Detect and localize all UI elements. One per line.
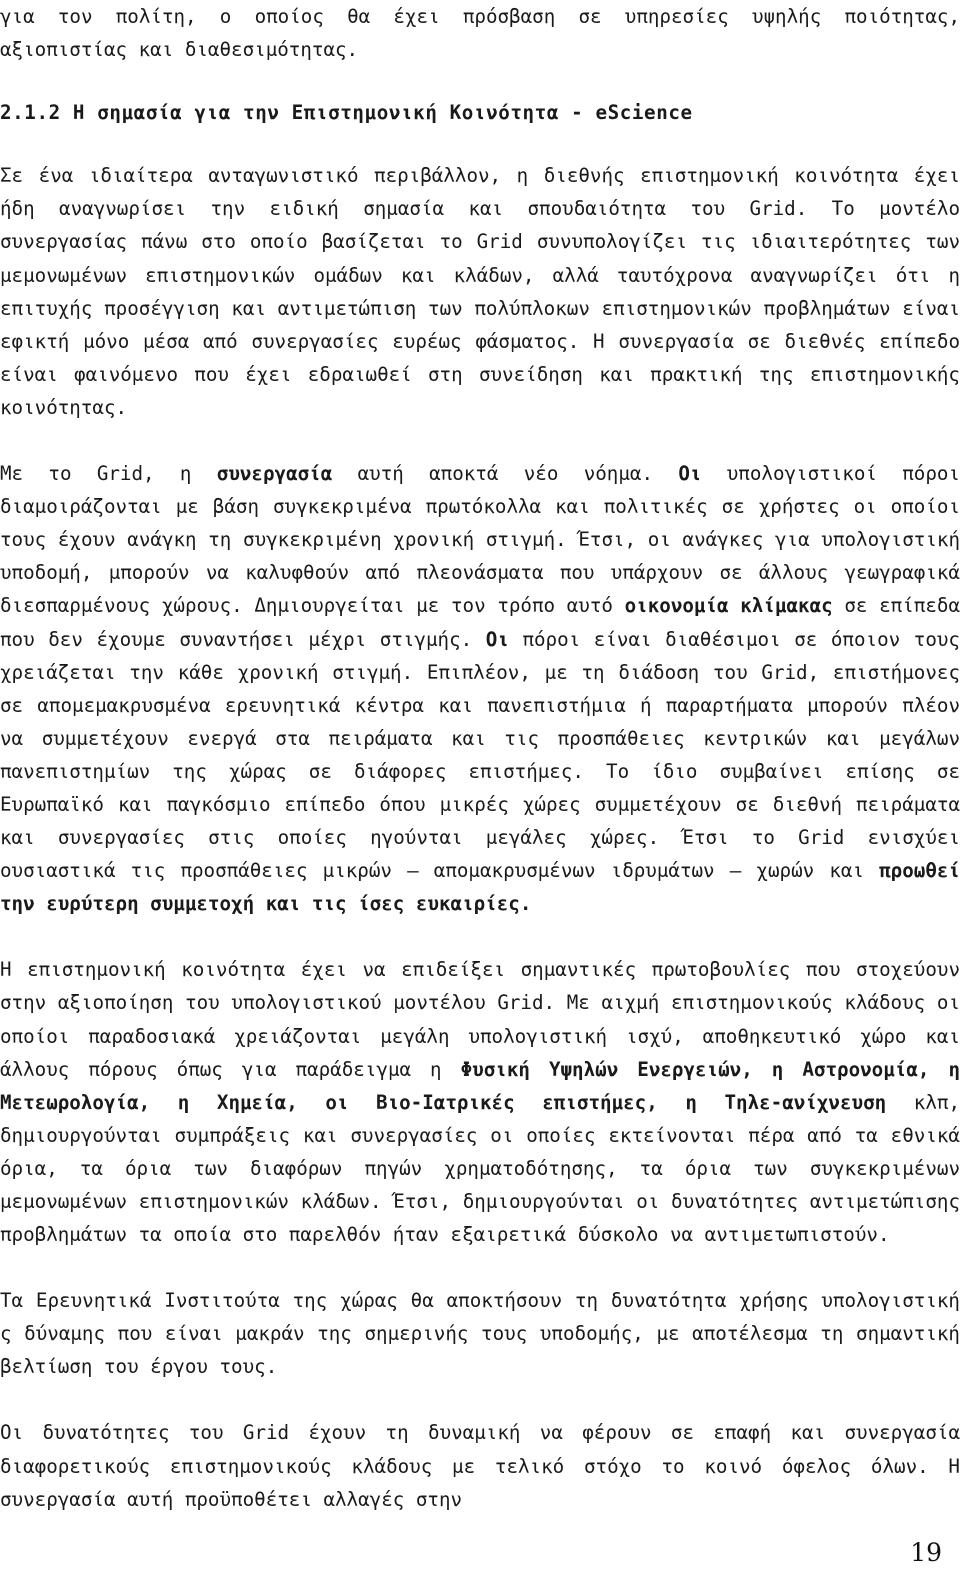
spacer-paragraph-1 xyxy=(0,424,960,457)
paragraph-body-4: Τα Ερευνητικά Ινστιτούτα της χώρας θα απ… xyxy=(0,1289,960,1379)
page-number: 19 xyxy=(910,1538,942,1567)
paragraph-body-1: Σε ένα ιδιαίτερα ανταγωνιστικό περιβάλλο… xyxy=(0,164,960,419)
body-text: αυτή αποκτά νέο νόημα. xyxy=(332,462,679,486)
body-text: κλπ, δημιουργούνται συμπράξεις και συνερ… xyxy=(0,1090,960,1247)
spacer-paragraph-4 xyxy=(0,1383,960,1416)
paragraph-body-2: Με το Grid, η συνεργασία αυτή αποκτά νέο… xyxy=(0,457,960,920)
section-heading-2-1-2: 2.1.2 Η σημασία για την Επιστημονική Κοι… xyxy=(0,101,693,125)
body-text: πόροι είναι διαθέσιμοι σε όποιον τους χρ… xyxy=(0,627,960,883)
document-page: για τον πολίτη, ο οποίος θα έχει πρόσβασ… xyxy=(0,0,960,1571)
emphasis-text: συνεργασία xyxy=(216,462,333,486)
paragraph-intro: για τον πολίτη, ο οποίος θα έχει πρόσβασ… xyxy=(0,5,960,62)
emphasis-text: Οι xyxy=(485,627,509,651)
spacer-before-heading xyxy=(0,66,960,96)
page-content: για τον πολίτη, ο οποίος θα έχει πρόσβασ… xyxy=(0,0,960,1516)
spacer-after-heading xyxy=(0,129,960,159)
paragraph-body-5: Οι δυνατότητες του Grid έχουν τη δυναμικ… xyxy=(0,1421,960,1511)
body-text: Με το Grid, η xyxy=(0,462,217,486)
paragraph-body-3: Η επιστημονική κοινότητα έχει να επιδείξ… xyxy=(0,953,960,1251)
emphasis-text: Οι xyxy=(678,462,702,486)
spacer-paragraph-2 xyxy=(0,920,960,953)
spacer-paragraph-3 xyxy=(0,1251,960,1284)
emphasis-text: οικονομία κλίμακας xyxy=(624,594,833,618)
